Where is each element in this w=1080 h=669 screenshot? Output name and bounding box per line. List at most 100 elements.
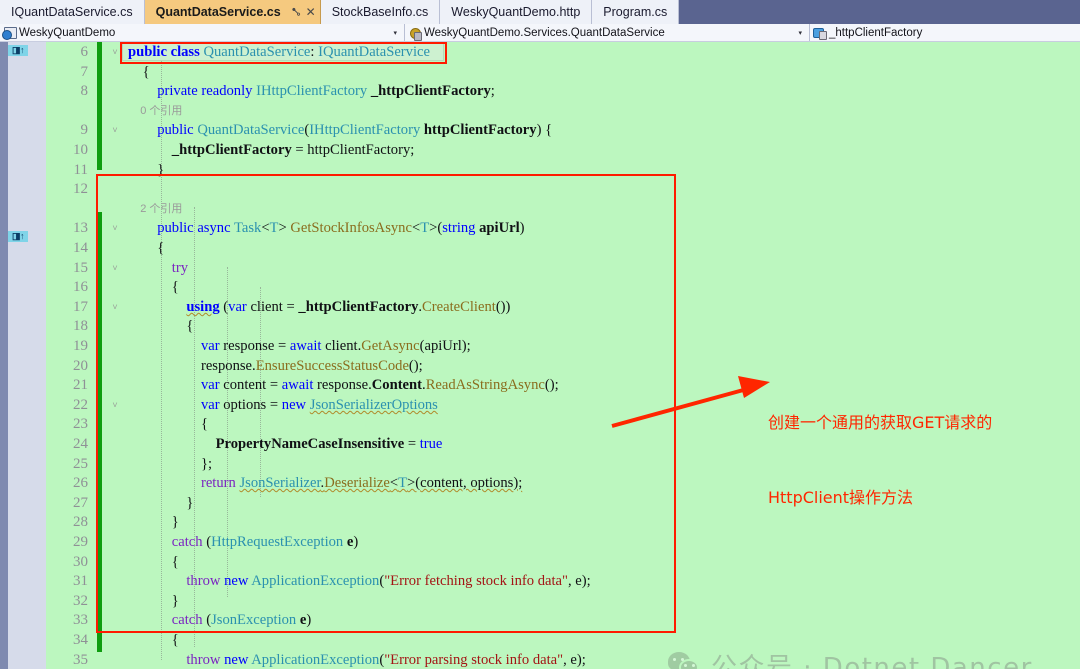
- code-text: catch (JsonException e): [171, 612, 312, 629]
- code-text: throw new ApplicationException("Error pa…: [186, 651, 586, 668]
- code-line[interactable]: 13 ˅ public async Task<T> GetStockInfosAs…: [0, 219, 1080, 239]
- pin-icon[interactable]: ⊷: [287, 4, 303, 20]
- line-number: 14: [73, 240, 88, 256]
- codelens-reference-count[interactable]: 0 个引用: [128, 102, 182, 122]
- line-number: 30: [73, 553, 88, 570]
- code-line[interactable]: 6 ˅ public class QuantDataService: IQuantD…: [0, 43, 1080, 63]
- watermark: 公众号 · Dotnet Dancer: [668, 647, 1033, 669]
- type-dropdown[interactable]: WeskyQuantDemo.Services.QuantDataService…: [405, 24, 810, 41]
- code-line[interactable]: 0 个引用: [0, 102, 1080, 122]
- wechat-icon: [668, 651, 702, 669]
- tab-program[interactable]: Program.cs: [592, 0, 680, 24]
- annotation-note-line2: HttpClient操作方法: [768, 488, 914, 507]
- code-text: return JsonSerializer.Deserialize<T>(con…: [200, 475, 523, 492]
- code-line[interactable]: 9 ˅ public QuantDataService(IHttpClientFa…: [0, 121, 1080, 141]
- line-number: 8: [80, 83, 89, 100]
- line-number: 34: [73, 632, 88, 648]
- code-text: {: [128, 416, 208, 433]
- codelens-reference-count[interactable]: 2 个引用: [128, 200, 182, 220]
- fold-toggle-icon[interactable]: ˅: [108, 259, 122, 279]
- fold-toggle-icon[interactable]: ˅: [108, 298, 122, 318]
- tab-iquantdataservice[interactable]: IQuantDataService.cs: [0, 0, 145, 24]
- tab-label: WeskyQuantDemo.http: [451, 5, 581, 19]
- project-name: WeskyQuantDemo: [19, 26, 116, 39]
- tab-quantdataservice[interactable]: QuantDataService.cs ⊷ ✕: [144, 0, 321, 24]
- codelens-indicator-icon[interactable]: ◨↑: [8, 231, 28, 242]
- chevron-down-icon[interactable]: ▾: [390, 29, 402, 37]
- line-number: 23: [73, 416, 88, 433]
- code-line[interactable]: 11 }: [0, 161, 1080, 181]
- line-number: 33: [73, 612, 88, 629]
- code-editor[interactable]: 6 ˅ public class QuantDataService: IQuantD…: [0, 42, 1080, 669]
- code-line[interactable]: 33 catch (JsonException e): [0, 611, 1080, 631]
- code-text: throw new ApplicationException("Error fe…: [186, 573, 591, 590]
- code-line[interactable]: 2 个引用: [0, 200, 1080, 220]
- code-text: {: [128, 318, 194, 335]
- code-text: using (var client = _httpClientFactory.C…: [186, 298, 511, 315]
- tab-bar-filler: [679, 0, 1080, 24]
- line-number: 20: [73, 357, 88, 374]
- class-icon: [408, 26, 422, 41]
- line-number: 21: [73, 377, 88, 394]
- code-line[interactable]: 12: [0, 180, 1080, 200]
- line-number: 25: [73, 455, 88, 472]
- fold-toggle-icon[interactable]: ˅: [108, 219, 122, 239]
- code-line[interactable]: 8 private readonly IHttpClientFactory _h…: [0, 82, 1080, 102]
- line-number: 24: [73, 436, 88, 452]
- code-line[interactable]: 31 throw new ApplicationException("Error…: [0, 572, 1080, 592]
- fold-toggle-icon[interactable]: ˅: [108, 396, 122, 416]
- code-line[interactable]: 10 _httpClientFactory = httpClientFactor…: [0, 141, 1080, 161]
- code-text: }: [128, 514, 179, 531]
- line-number: 17: [73, 298, 88, 315]
- line-number: 27: [73, 494, 88, 511]
- editor-tab-bar: IQuantDataService.cs QuantDataService.cs…: [0, 0, 1080, 24]
- member-name: _httpClientFactory: [829, 26, 923, 39]
- line-number: 9: [80, 122, 89, 139]
- line-number: 11: [73, 161, 88, 178]
- navigation-bar: WeskyQuantDemo ▾ WeskyQuantDemo.Services…: [0, 24, 1080, 42]
- code-text: {: [128, 279, 179, 296]
- line-number: 28: [73, 514, 88, 531]
- code-line[interactable]: 14 {: [0, 239, 1080, 259]
- code-line[interactable]: 7 {: [0, 63, 1080, 83]
- line-number: 29: [73, 534, 88, 550]
- code-line[interactable]: 19 var response = await client.GetAsync(…: [0, 337, 1080, 357]
- line-number: 13: [73, 220, 88, 237]
- tab-stockbaseinfo[interactable]: StockBaseInfo.cs: [320, 0, 441, 24]
- code-text: var content = await response.Content.Rea…: [200, 377, 559, 394]
- member-dropdown[interactable]: _httpClientFactory: [810, 24, 1080, 41]
- code-text: }: [128, 161, 165, 178]
- line-number: 15: [73, 259, 88, 276]
- tab-label: IQuantDataService.cs: [11, 5, 133, 19]
- code-line[interactable]: 16 {: [0, 278, 1080, 298]
- line-number: 19: [73, 338, 88, 354]
- code-text: private readonly IHttpClientFactory _htt…: [157, 83, 495, 100]
- line-number: 12: [73, 181, 88, 198]
- chevron-down-icon[interactable]: ▾: [795, 29, 807, 37]
- code-line[interactable]: 32 }: [0, 592, 1080, 612]
- code-text: }: [128, 494, 194, 511]
- code-text: var response = await client.GetAsync(api…: [200, 338, 471, 354]
- visual-studio-editor-window: IQuantDataService.cs QuantDataService.cs…: [0, 0, 1080, 669]
- fold-toggle-icon[interactable]: ˅: [108, 43, 122, 63]
- codelens-indicator-icon[interactable]: ◨↑: [8, 45, 28, 56]
- code-lines-container[interactable]: 6 ˅ public class QuantDataService: IQuantD…: [0, 42, 1080, 669]
- code-text: public class QuantDataService: IQuantDat…: [128, 44, 430, 60]
- line-number: 26: [73, 475, 88, 492]
- line-number: 16: [73, 279, 88, 296]
- code-text: response.EnsureSuccessStatusCode();: [200, 357, 423, 374]
- code-text: _httpClientFactory = httpClientFactory;: [171, 142, 415, 158]
- code-line[interactable]: 15 ˅ try: [0, 259, 1080, 279]
- code-text: {: [128, 240, 165, 256]
- tab-weskyquantdemo-http[interactable]: WeskyQuantDemo.http: [440, 0, 593, 24]
- close-icon[interactable]: ✕: [306, 6, 316, 18]
- code-text: public QuantDataService(IHttpClientFacto…: [157, 122, 553, 139]
- code-line[interactable]: 18 {: [0, 317, 1080, 337]
- code-text: public async Task<T> GetStockInfosAsync<…: [157, 220, 525, 237]
- line-number: 7: [80, 63, 89, 80]
- line-number: 22: [73, 396, 88, 413]
- code-line[interactable]: 17 ˅ using (var client = _httpClientFacto…: [0, 298, 1080, 318]
- fold-toggle-icon[interactable]: ˅: [108, 121, 122, 141]
- project-dropdown[interactable]: WeskyQuantDemo ▾: [0, 24, 405, 41]
- line-number: 18: [73, 318, 88, 335]
